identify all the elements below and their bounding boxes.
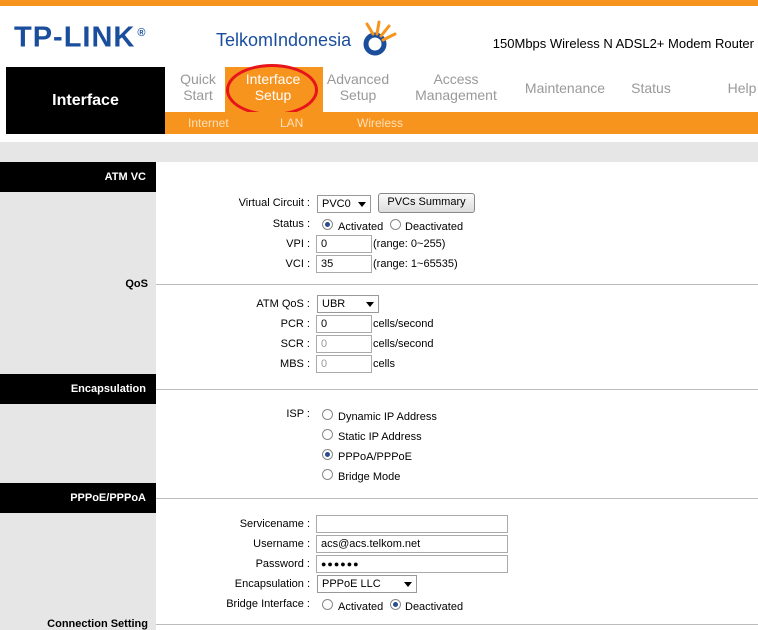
subnav-lan[interactable]: LAN (280, 116, 303, 130)
sub-nav-bar (165, 112, 758, 134)
encapsulation-label: Encapsulation : (234, 578, 310, 590)
scr-input[interactable]: 0 (316, 335, 372, 353)
status-activated-radio[interactable] (322, 219, 333, 230)
scr-label: SCR : (280, 338, 310, 350)
encapsulation-select[interactable]: PPPoE LLC (317, 575, 417, 593)
bridge-activated-radio[interactable] (322, 599, 333, 610)
scr-unit: cells/second (373, 338, 434, 350)
status-label: Status : (272, 218, 310, 230)
gray-band (0, 142, 758, 162)
isp-dynamic-label: Dynamic IP Address (338, 411, 437, 423)
highlight-annotation-oval (226, 64, 318, 116)
divider-connection (156, 624, 758, 625)
vci-input[interactable]: 35 (316, 255, 372, 273)
nav-status[interactable]: Status (625, 80, 677, 96)
pvcs-summary-button[interactable]: PVCs Summary (378, 193, 475, 213)
bridge-activated-label: Activated (338, 601, 384, 613)
bridge-deactivated-radio[interactable] (390, 599, 401, 610)
subnav-internet[interactable]: Internet (188, 116, 229, 130)
password-input[interactable]: ●●●●●● (316, 555, 508, 573)
pcr-unit: cells/second (373, 318, 434, 330)
atm-qos-select[interactable]: UBR (317, 295, 379, 313)
vpi-input[interactable]: 0 (316, 235, 372, 253)
nav-access-management[interactable]: Access Management (408, 71, 504, 103)
nav-advanced-setup[interactable]: Advanced Setup (320, 71, 396, 103)
telkom-sun-icon (363, 20, 397, 56)
username-input[interactable]: acs@acs.telkom.net (316, 535, 508, 553)
chevron-down-icon (358, 202, 366, 207)
section-connection-setting: Connection Setting (47, 618, 148, 630)
subnav-wireless[interactable]: Wireless (357, 116, 403, 130)
isp-pppoe-label: PPPoA/PPPoE (338, 451, 412, 463)
divider-encapsulation (156, 389, 758, 390)
section-qos: QoS (125, 278, 148, 290)
status-activated-label: Activated (338, 221, 384, 233)
vpi-label: VPI : (286, 238, 310, 250)
section-pppoe: PPPoE/PPPoA (0, 483, 156, 513)
isp-static-label: Static IP Address (338, 431, 422, 443)
isp-dynamic-radio[interactable] (322, 409, 333, 420)
virtual-circuit-label: Virtual Circuit : (238, 197, 310, 209)
telkom-logo-text: TelkomIndonesia (216, 30, 352, 50)
product-name: 150Mbps Wireless N ADSL2+ Modem Router (492, 36, 754, 51)
divider-qos (156, 284, 758, 285)
tplink-logo: TP-LINK ® (14, 14, 146, 57)
pcr-input[interactable]: 0 (316, 315, 372, 333)
chevron-down-icon (404, 582, 412, 587)
nav-maintenance[interactable]: Maintenance (518, 80, 612, 96)
section-encapsulation: Encapsulation (0, 374, 156, 404)
status-deactivated-radio[interactable] (390, 219, 401, 230)
isp-static-radio[interactable] (322, 429, 333, 440)
servicename-label: Servicename : (239, 518, 310, 530)
section-atm-vc: ATM VC (0, 162, 156, 192)
divider-pppoe (156, 498, 758, 499)
mbs-input[interactable]: 0 (316, 355, 372, 373)
servicename-input[interactable] (316, 515, 508, 533)
isp-bridge-label: Bridge Mode (338, 471, 401, 483)
mbs-unit: cells (373, 358, 396, 370)
atm-qos-label: ATM QoS : (256, 298, 310, 310)
vpi-range: (range: 0~255) (373, 238, 446, 250)
nav-section-title: Interface (6, 67, 165, 134)
pcr-label: PCR : (280, 318, 310, 330)
isp-label: ISP : (286, 408, 310, 420)
isp-bridge-radio[interactable] (322, 469, 333, 480)
isp-pppoe-radio[interactable] (322, 449, 333, 460)
bridge-interface-label: Bridge Interface : (226, 598, 310, 610)
brand-name: TP-LINK (14, 21, 136, 54)
chevron-down-icon (366, 302, 374, 307)
registered-mark: ® (137, 27, 147, 39)
username-label: Username : (253, 538, 310, 550)
nav-quick-start[interactable]: Quick Start (168, 71, 228, 103)
bridge-deactivated-label: Deactivated (405, 601, 464, 613)
nav-help[interactable]: Help (722, 80, 758, 96)
mbs-label: MBS : (280, 358, 310, 370)
virtual-circuit-select[interactable]: PVC0 (317, 195, 371, 213)
status-deactivated-label: Deactivated (405, 221, 464, 233)
top-stripe (0, 0, 758, 6)
vci-label: VCI : (285, 258, 310, 270)
password-label: Password : (255, 558, 310, 570)
vci-range: (range: 1~65535) (373, 258, 458, 270)
